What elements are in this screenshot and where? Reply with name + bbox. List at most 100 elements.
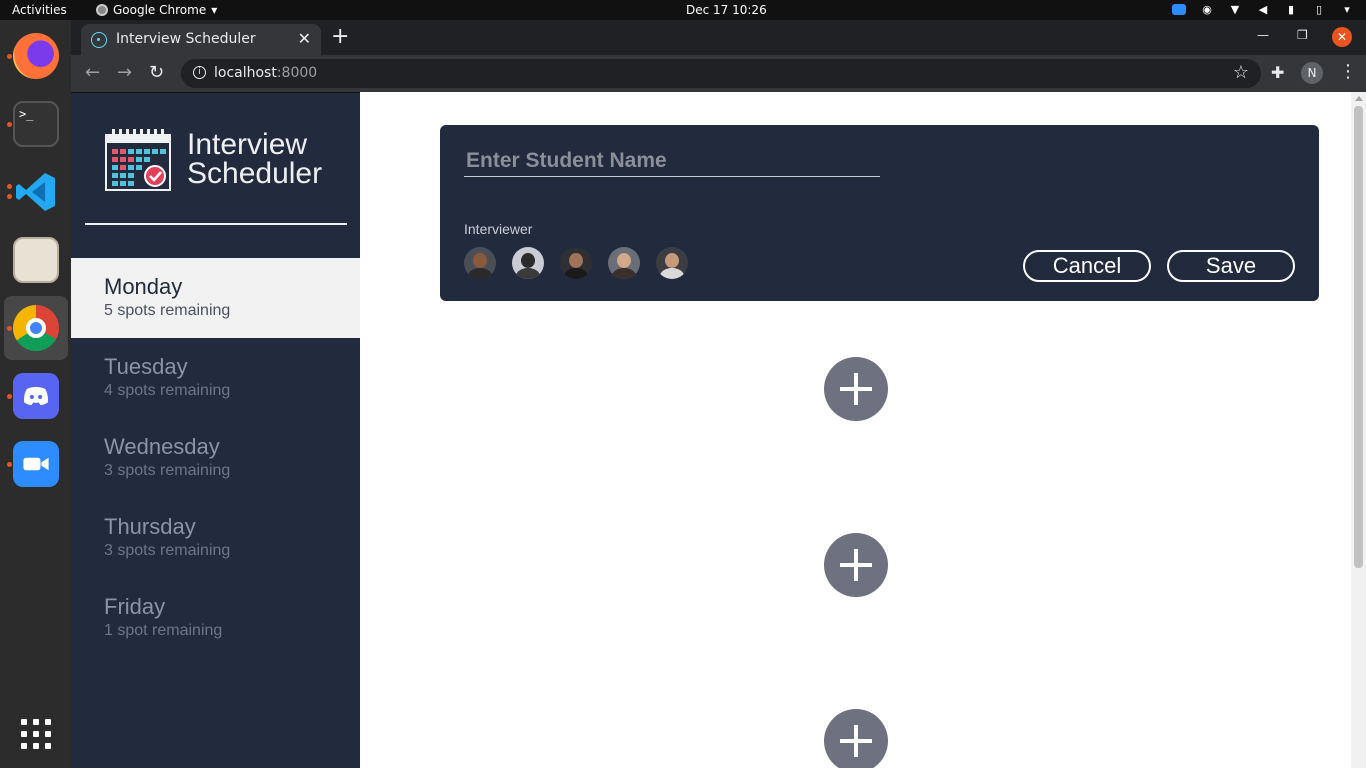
- running-indicator: [7, 122, 12, 127]
- url-host: localhost: [214, 65, 277, 81]
- discord-icon: [13, 373, 59, 419]
- day-item-friday[interactable]: Friday 1 spot remaining: [71, 578, 360, 658]
- clock[interactable]: Dec 17 10:26: [686, 3, 767, 17]
- student-name-input[interactable]: [464, 145, 880, 177]
- react-favicon-icon: [91, 32, 107, 48]
- page-scrollbar[interactable]: [1351, 92, 1366, 768]
- interviewer-avatar-1[interactable]: [464, 247, 496, 279]
- extensions-puzzle-icon[interactable]: ✚: [1271, 63, 1284, 82]
- dock-firefox[interactable]: [4, 24, 68, 88]
- day-spots: 4 spots remaining: [104, 382, 231, 399]
- chrome-icon: [13, 305, 59, 351]
- app-grid-icon: [21, 719, 51, 749]
- add-appointment-button[interactable]: [824, 533, 888, 597]
- firefox-icon: [13, 33, 59, 79]
- address-bar[interactable]: i localhost:8000 ☆: [181, 59, 1261, 88]
- volume-icon[interactable]: ◀: [1256, 2, 1270, 16]
- day-spots: 3 spots remaining: [104, 542, 231, 559]
- scroll-up-arrow-icon[interactable]: [1355, 96, 1363, 101]
- system-top-bar: Activities Google Chrome ▾ Dec 17 10:26 …: [0, 0, 1366, 20]
- interviewer-label: Interviewer: [464, 221, 533, 237]
- day-name: Thursday: [104, 514, 196, 539]
- sidebar: Interview Scheduler Monday 5 spots remai…: [71, 92, 360, 768]
- running-indicator: [7, 194, 12, 199]
- bookmark-star-icon[interactable]: ☆: [1233, 62, 1249, 83]
- reload-icon[interactable]: ↻: [149, 62, 164, 83]
- show-applications-button[interactable]: [4, 702, 68, 766]
- day-item-wednesday[interactable]: Wednesday 3 spots remaining: [71, 418, 360, 498]
- day-name: Tuesday: [104, 354, 188, 379]
- wifi-icon[interactable]: ▼: [1228, 2, 1242, 16]
- profile-avatar[interactable]: N: [1301, 62, 1323, 84]
- url-port: :8000: [276, 65, 318, 81]
- dropdown-arrow-icon: ▾: [211, 3, 218, 17]
- running-indicator: [7, 54, 12, 59]
- running-indicator: [7, 462, 12, 467]
- dock-terminal[interactable]: >_: [4, 92, 68, 156]
- dock-vscode[interactable]: [4, 160, 68, 224]
- zoom-icon: [13, 441, 59, 487]
- sidebar-divider: [85, 223, 347, 225]
- dock-zoom[interactable]: [4, 432, 68, 496]
- tab-close-icon[interactable]: ✕: [298, 29, 311, 48]
- dock-chrome[interactable]: [4, 296, 68, 360]
- brand-line-2: Scheduler: [187, 157, 323, 190]
- app-menu-label: Google Chrome: [113, 3, 207, 17]
- day-name: Wednesday: [104, 434, 220, 459]
- running-indicator: [7, 394, 12, 399]
- dock: >_: [0, 20, 71, 768]
- window-close-icon[interactable]: ✕: [1332, 27, 1352, 47]
- page-viewport: Interview Scheduler Monday 5 spots remai…: [71, 92, 1366, 768]
- day-item-monday[interactable]: Monday 5 spots remaining: [71, 258, 360, 338]
- brand-line-1: Interview: [187, 128, 308, 161]
- running-indicator: [7, 184, 12, 189]
- chrome-small-icon: [96, 4, 108, 16]
- app-menu[interactable]: Google Chrome ▾: [96, 3, 217, 17]
- restore-icon[interactable]: ❐: [1297, 28, 1308, 42]
- dock-discord[interactable]: [4, 364, 68, 428]
- calendar-logo-icon: [105, 129, 171, 191]
- gamepad-tray-icon[interactable]: ◉: [1200, 2, 1214, 16]
- browser-toolbar: ← → ↻ i localhost:8000 ☆ ✚ N ⋮: [71, 55, 1366, 92]
- save-button[interactable]: Save: [1167, 250, 1295, 282]
- new-tab-button[interactable]: +: [331, 26, 349, 48]
- activities-button[interactable]: Activities: [12, 3, 67, 17]
- back-arrow-icon[interactable]: ←: [85, 62, 100, 83]
- interviewer-list: [464, 247, 688, 279]
- zoom-tray-icon[interactable]: [1172, 3, 1186, 15]
- interviewer-avatar-3[interactable]: [560, 247, 592, 279]
- dock-files[interactable]: [4, 228, 68, 292]
- browser-tab[interactable]: Interview Scheduler ✕: [81, 24, 321, 55]
- day-item-tuesday[interactable]: Tuesday 4 spots remaining: [71, 338, 360, 418]
- browser-menu-icon[interactable]: ⋮: [1339, 61, 1357, 82]
- running-indicator: [7, 326, 12, 331]
- power-menu-icon[interactable]: ▾: [1340, 2, 1354, 16]
- scrollbar-thumb[interactable]: [1354, 106, 1363, 568]
- day-name: Friday: [104, 594, 166, 619]
- forward-arrow-icon[interactable]: →: [117, 62, 132, 83]
- terminal-icon: >_: [13, 101, 59, 147]
- browser-tab-strip: Interview Scheduler ✕ + — ❐ ✕: [71, 20, 1366, 55]
- url-text: localhost:8000: [214, 65, 317, 81]
- microphone-icon[interactable]: ▮: [1284, 2, 1298, 16]
- files-icon: [13, 237, 59, 283]
- cancel-button[interactable]: Cancel: [1023, 250, 1151, 282]
- site-info-icon[interactable]: i: [193, 66, 206, 79]
- app-brand-title: Interview Scheduler: [187, 128, 323, 190]
- tab-title: Interview Scheduler: [116, 31, 256, 47]
- interviewer-avatar-5[interactable]: [656, 247, 688, 279]
- system-tray[interactable]: ◉ ▼ ◀ ▮ ▯ ▾: [1172, 2, 1354, 16]
- day-spots: 1 spot remaining: [104, 622, 223, 639]
- add-appointment-button[interactable]: [824, 709, 888, 768]
- day-name: Monday: [104, 274, 183, 299]
- interviewer-avatar-2[interactable]: [512, 247, 544, 279]
- appointment-form: Interviewer Cancel Save: [440, 125, 1319, 301]
- battery-icon[interactable]: ▯: [1312, 2, 1326, 16]
- minimize-icon[interactable]: —: [1257, 28, 1269, 42]
- day-spots: 3 spots remaining: [104, 462, 231, 479]
- day-item-thursday[interactable]: Thursday 3 spots remaining: [71, 498, 360, 578]
- interviewer-avatar-4[interactable]: [608, 247, 640, 279]
- add-appointment-button[interactable]: [824, 357, 888, 421]
- vscode-icon: [13, 169, 59, 215]
- day-spots: 5 spots remaining: [104, 302, 231, 319]
